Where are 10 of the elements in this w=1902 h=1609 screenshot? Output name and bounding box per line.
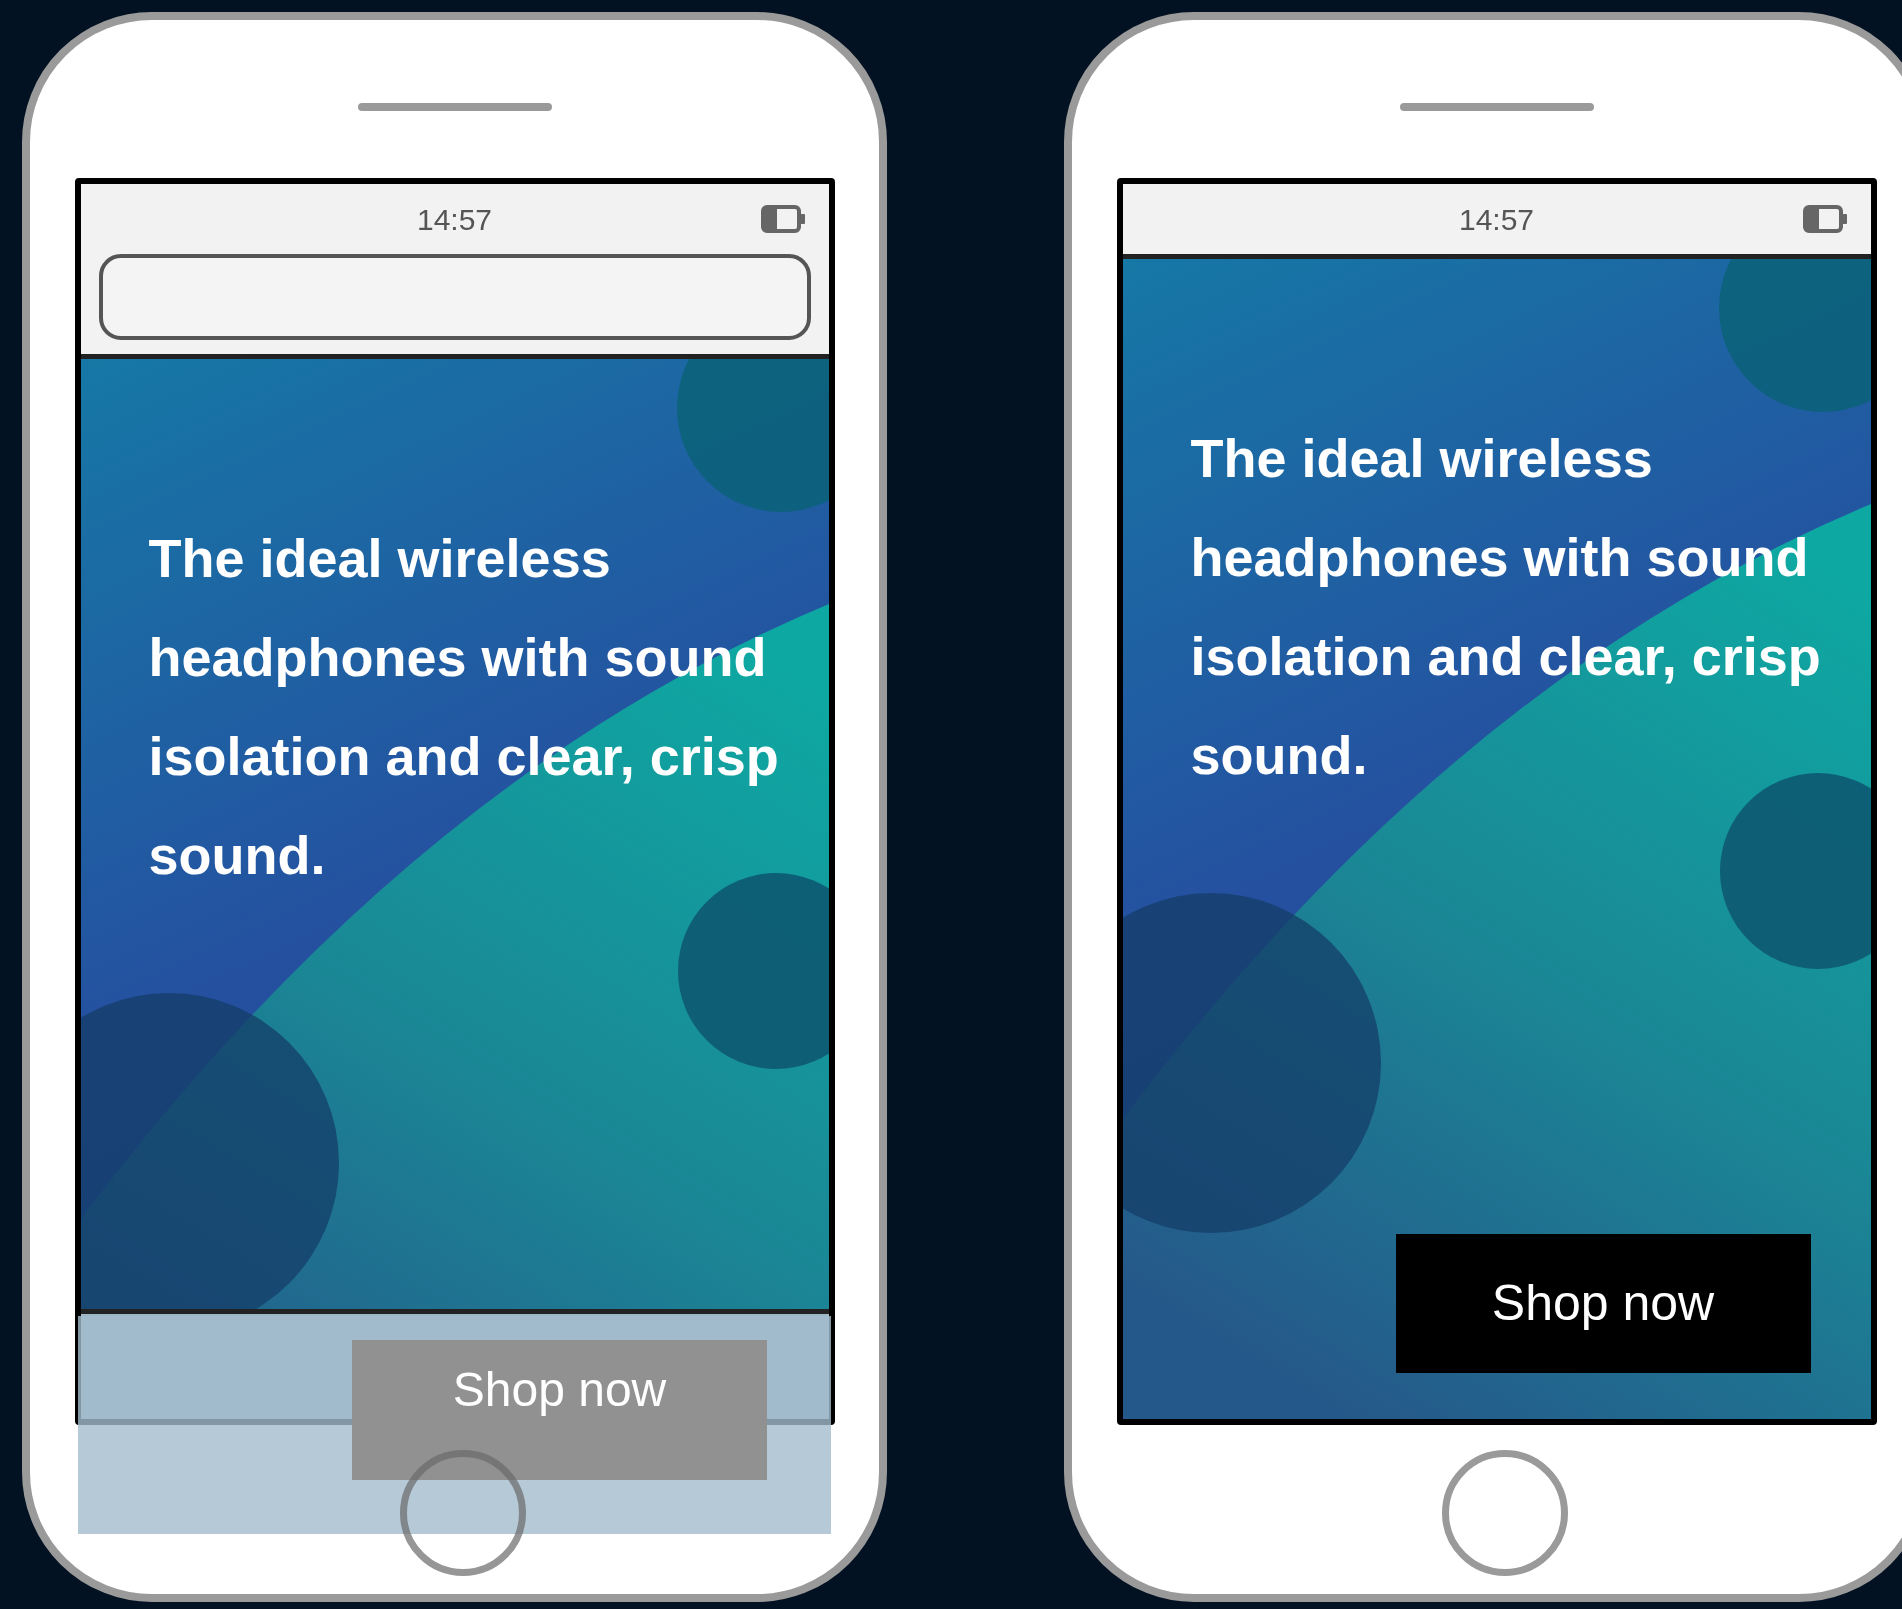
shop-now-button[interactable]: Shop now xyxy=(1395,1234,1811,1373)
home-button[interactable] xyxy=(400,1450,526,1576)
hero-headline: The ideal wireless headphones with sound isolation and clear, crisp sound. xyxy=(1190,427,1822,787)
status-time: 14:57 xyxy=(416,201,493,238)
home-button[interactable] xyxy=(1442,1450,1568,1576)
battery-icon xyxy=(1802,205,1849,233)
status-time: 14:57 xyxy=(1458,201,1535,238)
address-field[interactable] xyxy=(98,254,811,340)
battery-icon xyxy=(760,205,807,233)
hero-headline: The ideal wireless headphones with sound isolation and clear, crisp sound. xyxy=(148,527,780,887)
